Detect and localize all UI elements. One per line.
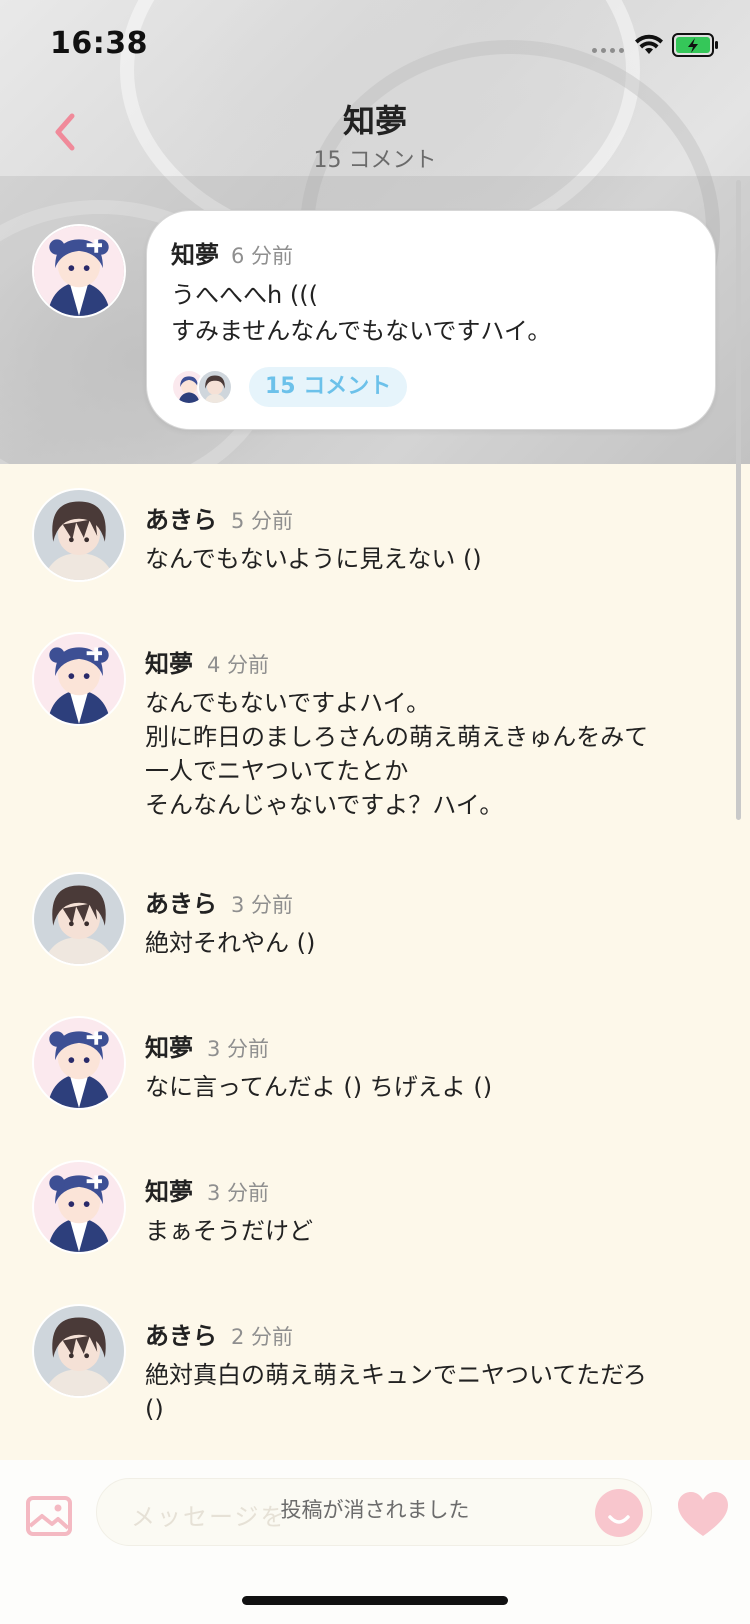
status-bar: 16:38	[0, 0, 750, 90]
comment-text: 絶対それやん ()	[145, 929, 316, 957]
mini-avatar-akira	[197, 369, 233, 405]
post-body: うへへへh ((( すみませんなんでもないですハイ。	[171, 281, 552, 345]
post-author-name[interactable]: 知夢	[171, 235, 219, 270]
commenter-avatar-chimu[interactable]	[32, 632, 126, 726]
commenter-avatar-akira[interactable]	[32, 488, 126, 582]
comment-text: 絶対真白の萌え萌えキュンでニヤついてただろ ()	[145, 1361, 647, 1423]
commenter-avatar-akira[interactable]	[32, 1304, 126, 1398]
commenter-avatar-chimu[interactable]	[32, 1160, 126, 1254]
post-header: 知夢 6 分前	[171, 235, 293, 270]
comment-text: なに言ってんだよ () ちげえよ ()	[145, 1073, 493, 1101]
comment-timestamp: 2 分前	[231, 1325, 294, 1349]
comment-author[interactable]: あきら	[145, 1316, 217, 1351]
comment-timestamp: 3 分前	[207, 1181, 270, 1205]
comment-timestamp: 4 分前	[207, 653, 270, 677]
deleted-post-toast: 投稿が消されました	[280, 1498, 470, 1522]
signal-icon	[592, 48, 624, 53]
comment-timestamp: 3 分前	[231, 893, 294, 917]
comment-author[interactable]: 知夢	[145, 1028, 193, 1063]
battery-icon	[672, 33, 718, 57]
scrollbar[interactable]	[736, 180, 741, 820]
comment-text: なんでもないように見えない ()	[145, 545, 482, 573]
comment-count-pill[interactable]: 15 コメント	[249, 367, 408, 407]
comment-count-subtitle: 15 コメント	[313, 148, 437, 173]
commenter-avatars	[171, 369, 235, 407]
comment-timestamp: 5 分前	[231, 509, 294, 533]
commenter-avatar-chimu[interactable]	[32, 1016, 126, 1110]
comment-text: まぁそうだけど	[145, 1217, 313, 1245]
post-card[interactable]: 知夢 6 分前 うへへへh ((( すみませんなんでもないですハイ。 15 コメ…	[146, 210, 716, 430]
comment-timestamp: 3 分前	[207, 1037, 270, 1061]
commenter-avatar-akira[interactable]	[32, 872, 126, 966]
home-indicator[interactable]	[242, 1596, 508, 1605]
post-author-avatar[interactable]	[32, 224, 126, 318]
comment-author[interactable]: 知夢	[145, 1172, 193, 1207]
comment-author[interactable]: あきら	[145, 500, 217, 535]
post-timestamp: 6 分前	[231, 244, 294, 268]
wifi-icon	[635, 34, 663, 54]
comment-author[interactable]: 知夢	[145, 644, 193, 679]
nav-bar: 知夢 15 コメント	[0, 90, 750, 176]
status-time: 16:38	[50, 26, 148, 61]
page-title: 知夢	[342, 102, 407, 140]
comment-author[interactable]: あきら	[145, 884, 217, 919]
comment-text: なんでもないですよハイ。 別に昨日のましろさんの萌え萌えきゅんをみて 一人でニヤ…	[145, 689, 649, 819]
